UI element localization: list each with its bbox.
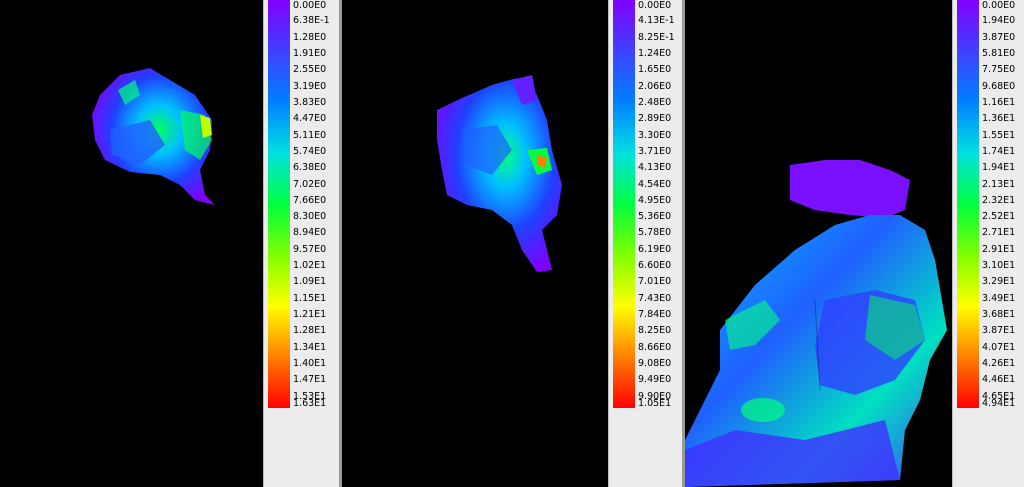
legend-tick-label: 8.25E0 <box>638 325 672 337</box>
legend-tick-label: 2.89E0 <box>638 113 672 125</box>
legend-tick-label: 1.91E0 <box>293 47 327 59</box>
legend-tick-label: 8.66E0 <box>638 341 672 353</box>
legend-tick-label: 8.30E0 <box>293 211 327 223</box>
legend-tick-label: 0.00E0 <box>638 0 672 11</box>
legend-tick-label: 3.68E1 <box>982 309 1016 321</box>
legend-tick-label: 9.68E0 <box>982 80 1016 92</box>
legend-tick-label: 7.84E0 <box>638 309 672 321</box>
legend-tick-label: 1.63E1 <box>293 398 327 409</box>
legend-tick-label: 2.55E0 <box>293 64 327 76</box>
legend-tick-label: 4.47E0 <box>293 113 327 125</box>
legend-tick-label: 4.26E1 <box>982 358 1016 370</box>
legend-tick-label: 1.05E1 <box>638 398 672 409</box>
legend-tick-label: 2.91E1 <box>982 243 1016 255</box>
legend-tick-label: 6.19E0 <box>638 243 672 255</box>
legend-tick-label: 2.06E0 <box>638 80 672 92</box>
legend-tick-label: 7.02E0 <box>293 178 327 190</box>
legend-tick-label: 1.36E1 <box>982 113 1016 125</box>
legend-tick-label: 1.15E1 <box>293 292 327 304</box>
legend-tick-label: 4.13E-1 <box>638 15 675 27</box>
legend-gradient-3 <box>957 0 979 408</box>
legend-tick-label: 1.34E1 <box>293 341 327 353</box>
legend-tick-label: 2.32E1 <box>982 194 1016 206</box>
legend-tick-label: 8.94E0 <box>293 227 327 239</box>
legend-tick-label: 5.78E0 <box>638 227 672 239</box>
legend-tick-label: 0.00E0 <box>982 0 1016 11</box>
legend-gradient-1 <box>268 0 290 408</box>
legend-tick-label: 7.66E0 <box>293 194 327 206</box>
legend-tick-label: 3.87E1 <box>982 325 1016 337</box>
legend-tick-label: 5.74E0 <box>293 145 327 157</box>
legend-tick-label: 1.28E0 <box>293 31 327 43</box>
legend-tick-label: 1.74E1 <box>982 145 1016 157</box>
legend-tick-label: 2.13E1 <box>982 178 1016 190</box>
legend-tick-label: 9.49E0 <box>638 374 672 386</box>
legend-tick-label: 4.94E1 <box>982 398 1016 409</box>
legend-tick-label: 3.49E1 <box>982 292 1016 304</box>
legend-tick-label: 6.38E-1 <box>293 15 330 27</box>
legend-tick-label: 1.55E1 <box>982 129 1016 141</box>
legend-tick-label: 4.95E0 <box>638 194 672 206</box>
legend-tick-label: 8.25E-1 <box>638 31 675 43</box>
legend-tick-label: 6.38E0 <box>293 162 327 174</box>
map-panel-2[interactable] <box>342 0 608 487</box>
legend-tick-label: 2.48E0 <box>638 96 672 108</box>
color-legend-3: 0.00E0 1.94E0 3.87E0 5.81E0 7.75E0 9.68E0 1.16… <box>952 0 1024 487</box>
color-legend-1: 0.00E0 6.38E-1 1.28E0 1.91E0 2.55E0 3.19E0 3.8… <box>263 0 340 487</box>
legend-tick-label: 3.10E1 <box>982 260 1016 272</box>
legend-tick-label: 1.40E1 <box>293 358 327 370</box>
legend-tick-label: 1.65E0 <box>638 64 672 76</box>
legend-tick-label: 4.07E1 <box>982 341 1016 353</box>
legend-tick-label: 1.24E0 <box>638 47 672 59</box>
legend-tick-label: 1.94E0 <box>982 15 1016 27</box>
legend-tick-label: 3.29E1 <box>982 276 1016 288</box>
legend-tick-label: 1.16E1 <box>982 96 1016 108</box>
legend-tick-label: 3.30E0 <box>638 129 672 141</box>
legend-tick-label: 2.52E1 <box>982 211 1016 223</box>
legend-tick-label: 6.60E0 <box>638 260 672 272</box>
legend-tick-label: 9.57E0 <box>293 243 327 255</box>
legend-tick-label: 1.94E1 <box>982 162 1016 174</box>
legend-tick-label: 2.71E1 <box>982 227 1016 239</box>
legend-ticks-3: 0.00E0 1.94E0 3.87E0 5.81E0 7.75E0 9.68E0 1.16… <box>982 0 1024 409</box>
legend-tick-label: 5.81E0 <box>982 47 1016 59</box>
legend-gradient-2 <box>613 0 635 408</box>
precip-field-2 <box>437 75 562 272</box>
map-panel-3[interactable] <box>685 0 952 487</box>
legend-tick-label: 4.46E1 <box>982 374 1016 386</box>
legend-tick-label: 3.87E0 <box>982 31 1016 43</box>
legend-tick-label: 1.28E1 <box>293 325 327 337</box>
legend-tick-label: 3.19E0 <box>293 80 327 92</box>
map-panel-1[interactable] <box>0 0 263 487</box>
legend-tick-label: 5.36E0 <box>638 211 672 223</box>
legend-tick-label: 4.54E0 <box>638 178 672 190</box>
legend-tick-label: 7.01E0 <box>638 276 672 288</box>
legend-tick-label: 7.75E0 <box>982 64 1016 76</box>
precip-field-1 <box>92 68 215 205</box>
legend-tick-label: 5.11E0 <box>293 129 327 141</box>
color-legend-2: 0.00E0 4.13E-1 8.25E-1 1.24E0 1.65E0 2.06E0 2.… <box>608 0 683 487</box>
legend-tick-label: 1.09E1 <box>293 276 327 288</box>
legend-tick-label: 7.43E0 <box>638 292 672 304</box>
legend-tick-label: 9.08E0 <box>638 358 672 370</box>
precip-field-3 <box>685 160 947 487</box>
legend-tick-label: 1.02E1 <box>293 260 327 272</box>
legend-tick-label: 0.00E0 <box>293 0 327 11</box>
legend-tick-label: 3.83E0 <box>293 96 327 108</box>
legend-tick-label: 4.13E0 <box>638 162 672 174</box>
legend-tick-label: 1.47E1 <box>293 374 327 386</box>
legend-tick-label: 1.21E1 <box>293 309 327 321</box>
legend-tick-label: 3.71E0 <box>638 145 672 157</box>
